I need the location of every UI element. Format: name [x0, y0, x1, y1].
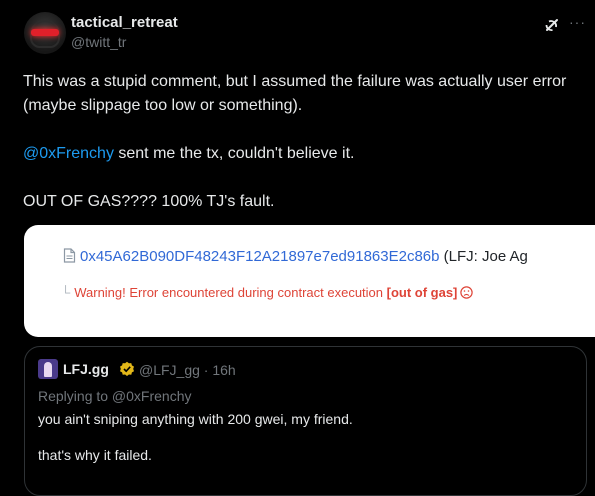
quote-display-name: LFJ.gg — [63, 361, 109, 377]
error-warning: └ Warning! Error encountered during contr… — [61, 285, 474, 300]
tx-contract-label: (LFJ: Joe Ag — [439, 248, 528, 265]
tx-hash: 0x45A62B090DF48243F12A21897e7ed91863E2c8… — [80, 248, 440, 265]
tweet-line-2-text: sent me the tx, couldn't believe it. — [113, 145, 355, 162]
more-icon[interactable]: ··· — [569, 14, 586, 30]
quote-replying-to: Replying to @0xFrenchy — [38, 388, 192, 404]
quote-avatar-figure — [44, 362, 52, 377]
mention-link[interactable]: @0xFrenchy — [23, 145, 114, 162]
tweet-image[interactable]: 0x45A62B090DF48243F12A21897e7ed91863E2c8… — [24, 225, 595, 337]
quote-text: you ain't sniping anything with 200 gwei… — [38, 410, 568, 464]
document-icon — [63, 248, 76, 263]
quote-handle-time: @LFJ_gg · 16h — [139, 362, 236, 378]
quoted-tweet[interactable]: LFJ.gg @LFJ_gg · 16h Replying to @0xFren… — [24, 346, 587, 496]
grok-icon[interactable] — [543, 16, 561, 34]
verified-badge-icon — [120, 361, 134, 376]
sad-face-icon — [460, 286, 474, 299]
tweet-line-3: OUT OF GAS???? 100% TJ's fault. — [23, 193, 275, 210]
warning-status: [out of gas] — [386, 285, 458, 300]
author-avatar[interactable] — [24, 12, 66, 54]
quote-line-1: you ain't sniping anything with 200 gwei… — [38, 411, 353, 427]
warning-text: Warning! Error encountered during contra… — [74, 285, 387, 300]
tweet-line-2: @0xFrenchy sent me the tx, couldn't beli… — [23, 142, 583, 166]
quote-avatar — [38, 359, 58, 379]
corner-arrow-icon: └ — [61, 285, 71, 300]
author-handle[interactable]: @twitt_tr — [71, 34, 126, 50]
quote-line-2: that's why it failed. — [38, 447, 152, 463]
tx-hash-line: 0x45A62B090DF48243F12A21897e7ed91863E2c8… — [63, 248, 528, 265]
tweet-text: This was a stupid comment, but I assumed… — [23, 70, 583, 214]
author-display-name[interactable]: tactical_retreat — [71, 14, 178, 31]
avatar-visor — [31, 29, 59, 36]
tweet-line-1: This was a stupid comment, but I assumed… — [23, 73, 567, 114]
